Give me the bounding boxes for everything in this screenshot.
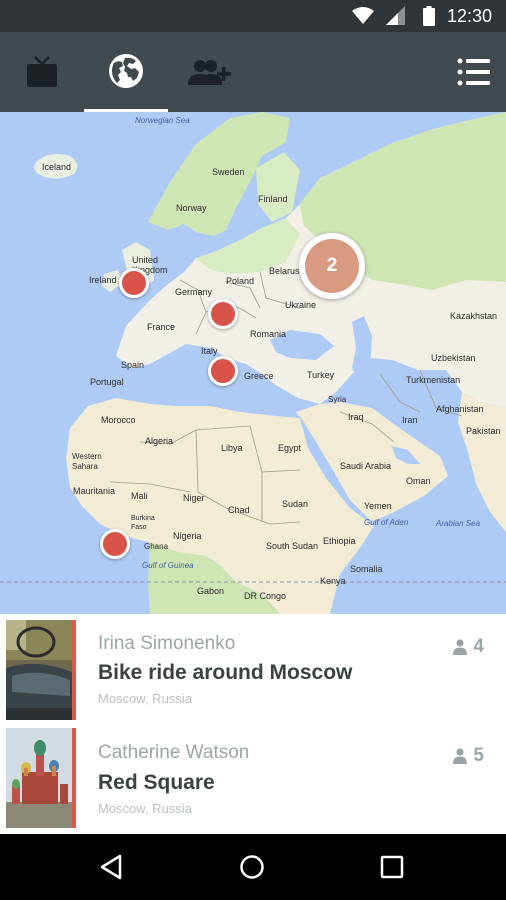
map-label-norwegian-sea: Norwegian Sea [135, 116, 190, 125]
navigation-bar [0, 834, 506, 900]
map-background [0, 112, 506, 614]
map-label-nigeria: Nigeria [173, 531, 202, 541]
map-label-arabian-sea: Arabian Sea [436, 519, 481, 528]
participant-count-value: 5 [473, 745, 484, 766]
map-label-morocco: Morocco [101, 415, 136, 425]
trip-title: Bike ride around Moscow [98, 661, 353, 684]
list-menu-icon [457, 58, 490, 86]
trip-list: Irina Simonenko Bike ride around Moscow … [0, 614, 506, 834]
list-item[interactable]: Catherine Watson Red Square Moscow, Russ… [0, 722, 506, 830]
map-label-libya: Libya [221, 443, 243, 453]
trip-author: Irina Simonenko [98, 633, 236, 654]
map-label-poland: Poland [226, 276, 255, 286]
globe-icon [109, 53, 143, 88]
trip-thumbnail [6, 620, 76, 720]
map-label-saudi-arabia: Saudi Arabia [340, 461, 392, 471]
person-icon [453, 748, 468, 764]
map-label-belarus: Belarus [269, 266, 300, 276]
back-icon [100, 854, 122, 880]
map-label-western-sahara: Western Sahara [72, 452, 102, 471]
map-pin-italy[interactable] [208, 356, 238, 386]
tv-icon [27, 56, 57, 87]
battery-icon [423, 6, 435, 26]
map-label-germany: Germany [175, 287, 213, 297]
tab-tv[interactable] [0, 32, 84, 112]
recents-icon [380, 855, 404, 879]
map-label-ireland: Ireland [89, 275, 117, 285]
map-label-france: France [147, 322, 176, 332]
map-label-pakistan: Pakistan [466, 426, 501, 436]
cluster-count: 2 [305, 239, 359, 293]
map-pin-central-europe[interactable] [208, 299, 238, 329]
world-map[interactable]: Norwegian Sea Iceland Sweden Norway Finl… [0, 112, 506, 614]
map-label-oman: Oman [406, 476, 431, 486]
map-label-iceland: Iceland [42, 162, 72, 172]
map-label-yemen: Yemen [364, 501, 392, 511]
tab-globe[interactable] [84, 32, 168, 112]
map-label-gulf-of-guinea: Gulf of Guinea [142, 561, 194, 570]
status-time: 12:30 [446, 6, 492, 26]
map-label-somalia: Somalia [350, 564, 383, 574]
signal-icon [386, 6, 405, 25]
map-label-spain: Spain [121, 360, 145, 370]
map-label-dr-congo: DR Congo [244, 591, 287, 601]
map-label-romania: Romania [250, 329, 287, 339]
map-label-turkmenistan: Turkmenistan [406, 375, 461, 385]
participant-count-value: 4 [473, 636, 484, 657]
map-label-ukraine: Ukraine [285, 300, 317, 310]
trip-location: Moscow, Russia [98, 691, 192, 706]
trip-photo [6, 728, 72, 828]
trip-author: Catherine Watson [98, 742, 250, 763]
tab-add-user[interactable] [168, 32, 252, 112]
map-label-mauritania: Mauritania [73, 486, 116, 496]
map-label-kenya: Kenya [320, 576, 346, 586]
map-label-afghanistan: Afghanistan [436, 404, 484, 414]
trip-photo [6, 620, 72, 720]
home-button[interactable] [232, 847, 272, 887]
participant-count: 4 [453, 636, 484, 658]
trip-location: Moscow, Russia [98, 801, 192, 816]
map-label-gabon: Gabon [197, 586, 225, 596]
map-label-mali: Mali [131, 491, 148, 501]
map-label-portugal: Portugal [90, 377, 124, 387]
trip-title: Red Square [98, 771, 215, 794]
recents-button[interactable] [372, 847, 412, 887]
map-label-algeria: Algeria [145, 436, 174, 446]
person-icon [453, 639, 468, 655]
map-label-norway: Norway [176, 203, 207, 213]
wifi-icon [352, 7, 374, 24]
home-icon [240, 855, 264, 879]
list-item[interactable]: Irina Simonenko Bike ride around Moscow … [0, 614, 506, 722]
map-label-turkey: Turkey [307, 370, 335, 380]
map-label-chad: Chad [228, 505, 250, 515]
map-label-kazakhstan: Kazakhstan [450, 311, 498, 321]
map-label-sudan: Sudan [282, 499, 309, 509]
map-pin-west-africa[interactable] [100, 529, 130, 559]
map-label-sweden: Sweden [212, 167, 245, 177]
map-label-finland: Finland [258, 194, 288, 204]
map-label-burkina-faso: Burkina Faso [131, 515, 155, 531]
map-label-iran: Iran [402, 415, 418, 425]
map-pin-uk[interactable] [119, 268, 149, 298]
status-bar: 12:30 [0, 0, 506, 32]
map-label-gulf-of-aden: Gulf of Aden [364, 518, 409, 527]
map-label-italy: Italy [201, 346, 218, 356]
map-cluster-moscow[interactable]: 2 [299, 233, 365, 299]
map-label-egypt: Egypt [278, 443, 302, 453]
map-label-syria: Syria [328, 395, 347, 404]
map-label-uzbekistan: Uzbekistan [431, 353, 476, 363]
list-menu-button[interactable] [456, 54, 492, 90]
map-label-iraq: Iraq [348, 412, 364, 422]
add-user-icon [188, 60, 231, 85]
map-label-south-sudan: South Sudan [266, 541, 319, 551]
map-label-ethiopia: Ethiopia [323, 536, 356, 546]
trip-thumbnail [6, 728, 76, 828]
toolbar [0, 32, 506, 112]
participant-count: 5 [453, 745, 484, 767]
map-label-greece: Greece [244, 371, 274, 381]
back-button[interactable] [91, 847, 131, 887]
map-label-ghana: Ghana [144, 542, 169, 551]
map-label-niger: Niger [183, 493, 205, 503]
